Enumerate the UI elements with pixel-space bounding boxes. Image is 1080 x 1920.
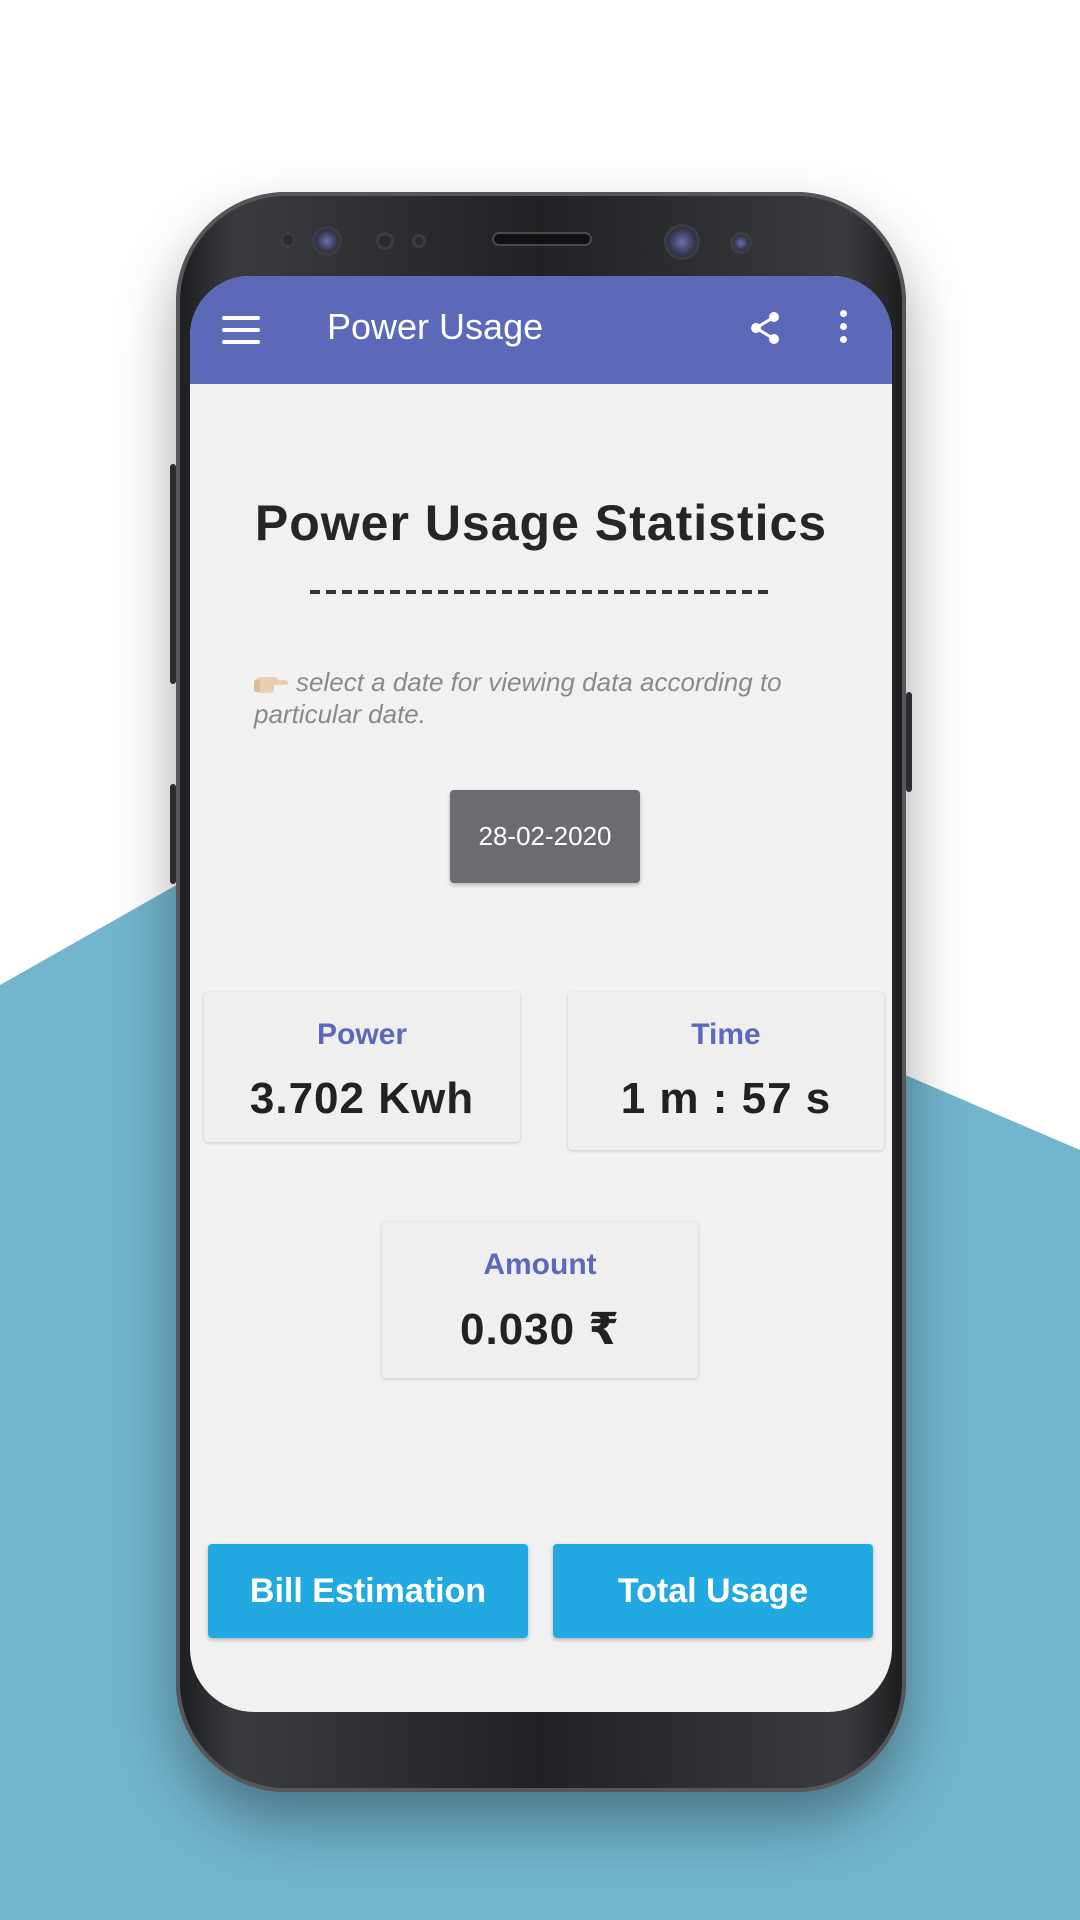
sensor-icon — [412, 234, 426, 248]
time-value: 1 m : 57 s — [620, 1074, 832, 1123]
hamburger-menu-icon[interactable] — [222, 316, 260, 344]
pointing-hand-icon — [254, 677, 288, 694]
app-title: Power Usage — [327, 306, 544, 347]
hint-text: select a date for viewing data according… — [254, 667, 782, 729]
bill-estimation-button[interactable]: Bill Estimation — [208, 1544, 528, 1638]
phone-side-button — [170, 784, 176, 884]
phone-side-button — [170, 464, 176, 684]
phone-frame: Power Usage Power Usage Statistics selec… — [170, 192, 912, 1792]
power-card: Power 3.702 Kwh — [204, 992, 520, 1142]
hint-text-block: select a date for viewing data according… — [254, 666, 814, 730]
phone-side-button — [906, 692, 912, 792]
amount-card: Amount 0.030 ₹ — [382, 1222, 698, 1378]
front-camera-icon — [312, 226, 342, 256]
amount-value: 0.030 ₹ — [460, 1305, 620, 1354]
dashed-divider — [310, 590, 770, 594]
total-usage-button[interactable]: Total Usage — [553, 1544, 873, 1638]
iris-camera-icon — [664, 224, 700, 260]
app-bar: Power Usage — [190, 276, 892, 384]
time-card: Time 1 m : 57 s — [568, 992, 884, 1150]
time-label: Time — [691, 1018, 761, 1051]
iris-sensor-icon — [730, 232, 752, 254]
more-vert-icon[interactable] — [838, 310, 848, 346]
sensor-icon — [280, 232, 296, 248]
earpiece-speaker — [492, 232, 592, 246]
page-title: Power Usage Statistics — [254, 495, 828, 551]
power-value: 3.702 Kwh — [249, 1074, 475, 1123]
share-icon[interactable] — [750, 312, 780, 344]
app-screen: Power Usage Power Usage Statistics selec… — [190, 276, 892, 1712]
power-label: Power — [316, 1018, 408, 1051]
date-picker-button[interactable]: 28-02-2020 — [450, 790, 640, 883]
amount-label: Amount — [483, 1248, 597, 1281]
sensor-icon — [376, 232, 394, 250]
